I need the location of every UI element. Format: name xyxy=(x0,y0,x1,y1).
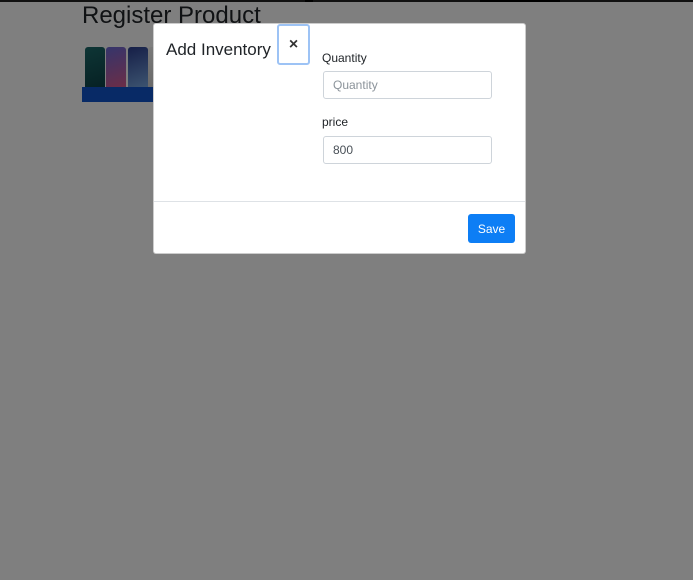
close-button[interactable]: × xyxy=(277,24,310,65)
quantity-input[interactable] xyxy=(323,71,492,99)
close-icon: × xyxy=(288,35,299,53)
page: Register Product Add Inventory × Quantit… xyxy=(0,0,693,580)
modal-footer-divider xyxy=(154,201,525,202)
price-label: price xyxy=(322,115,349,129)
modal-title: Add Inventory xyxy=(166,40,271,59)
price-input[interactable] xyxy=(323,136,492,164)
quantity-label: Quantity xyxy=(322,51,367,65)
save-button[interactable]: Save xyxy=(468,214,515,243)
add-inventory-modal: Add Inventory × Quantity price Save xyxy=(153,23,526,254)
